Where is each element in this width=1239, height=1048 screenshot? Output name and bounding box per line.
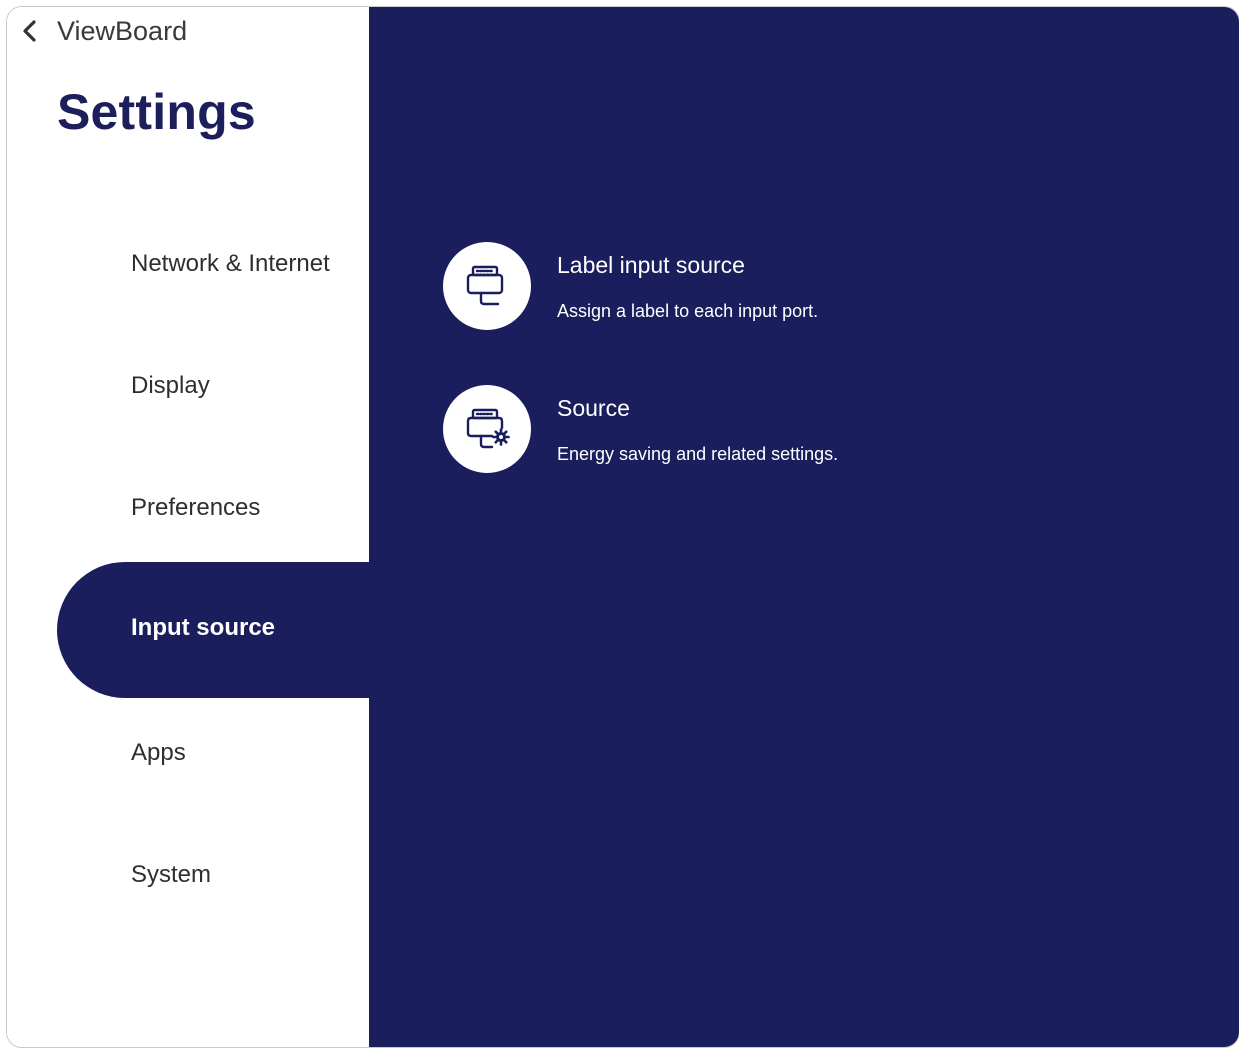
input-port-icon — [443, 242, 531, 330]
option-title: Label input source — [557, 252, 745, 278]
sidebar-item-display[interactable]: Display — [131, 372, 210, 400]
sidebar-item-apps[interactable]: Apps — [131, 739, 186, 767]
settings-window: Label input source Assign a label to eac… — [6, 6, 1239, 1048]
chevron-left-icon — [23, 20, 36, 42]
page-title: Settings — [57, 84, 256, 140]
option-title: Source — [557, 395, 630, 421]
option-description: Energy saving and related settings. — [557, 444, 839, 464]
option-description: Assign a label to each input port. — [557, 301, 819, 321]
content-panel: Label input source Assign a label to eac… — [369, 7, 1239, 1047]
input-port-settings-icon — [443, 385, 531, 473]
sidebar-item-preferences[interactable]: Preferences — [131, 494, 260, 522]
back-label: ViewBoard — [57, 15, 188, 46]
sidebar-item-label: Input source — [131, 614, 276, 641]
sidebar-item-network-internet[interactable]: Network & Internet — [131, 250, 330, 278]
label-input-source-option[interactable]: Label input source Assign a label to eac… — [443, 242, 818, 330]
sidebar-item-system[interactable]: System — [131, 861, 211, 889]
sidebar-item-input-source[interactable]: Input source — [57, 562, 387, 698]
source-option[interactable]: Source Energy saving and related setting… — [443, 385, 838, 473]
back-button[interactable]: ViewBoard — [21, 15, 187, 47]
